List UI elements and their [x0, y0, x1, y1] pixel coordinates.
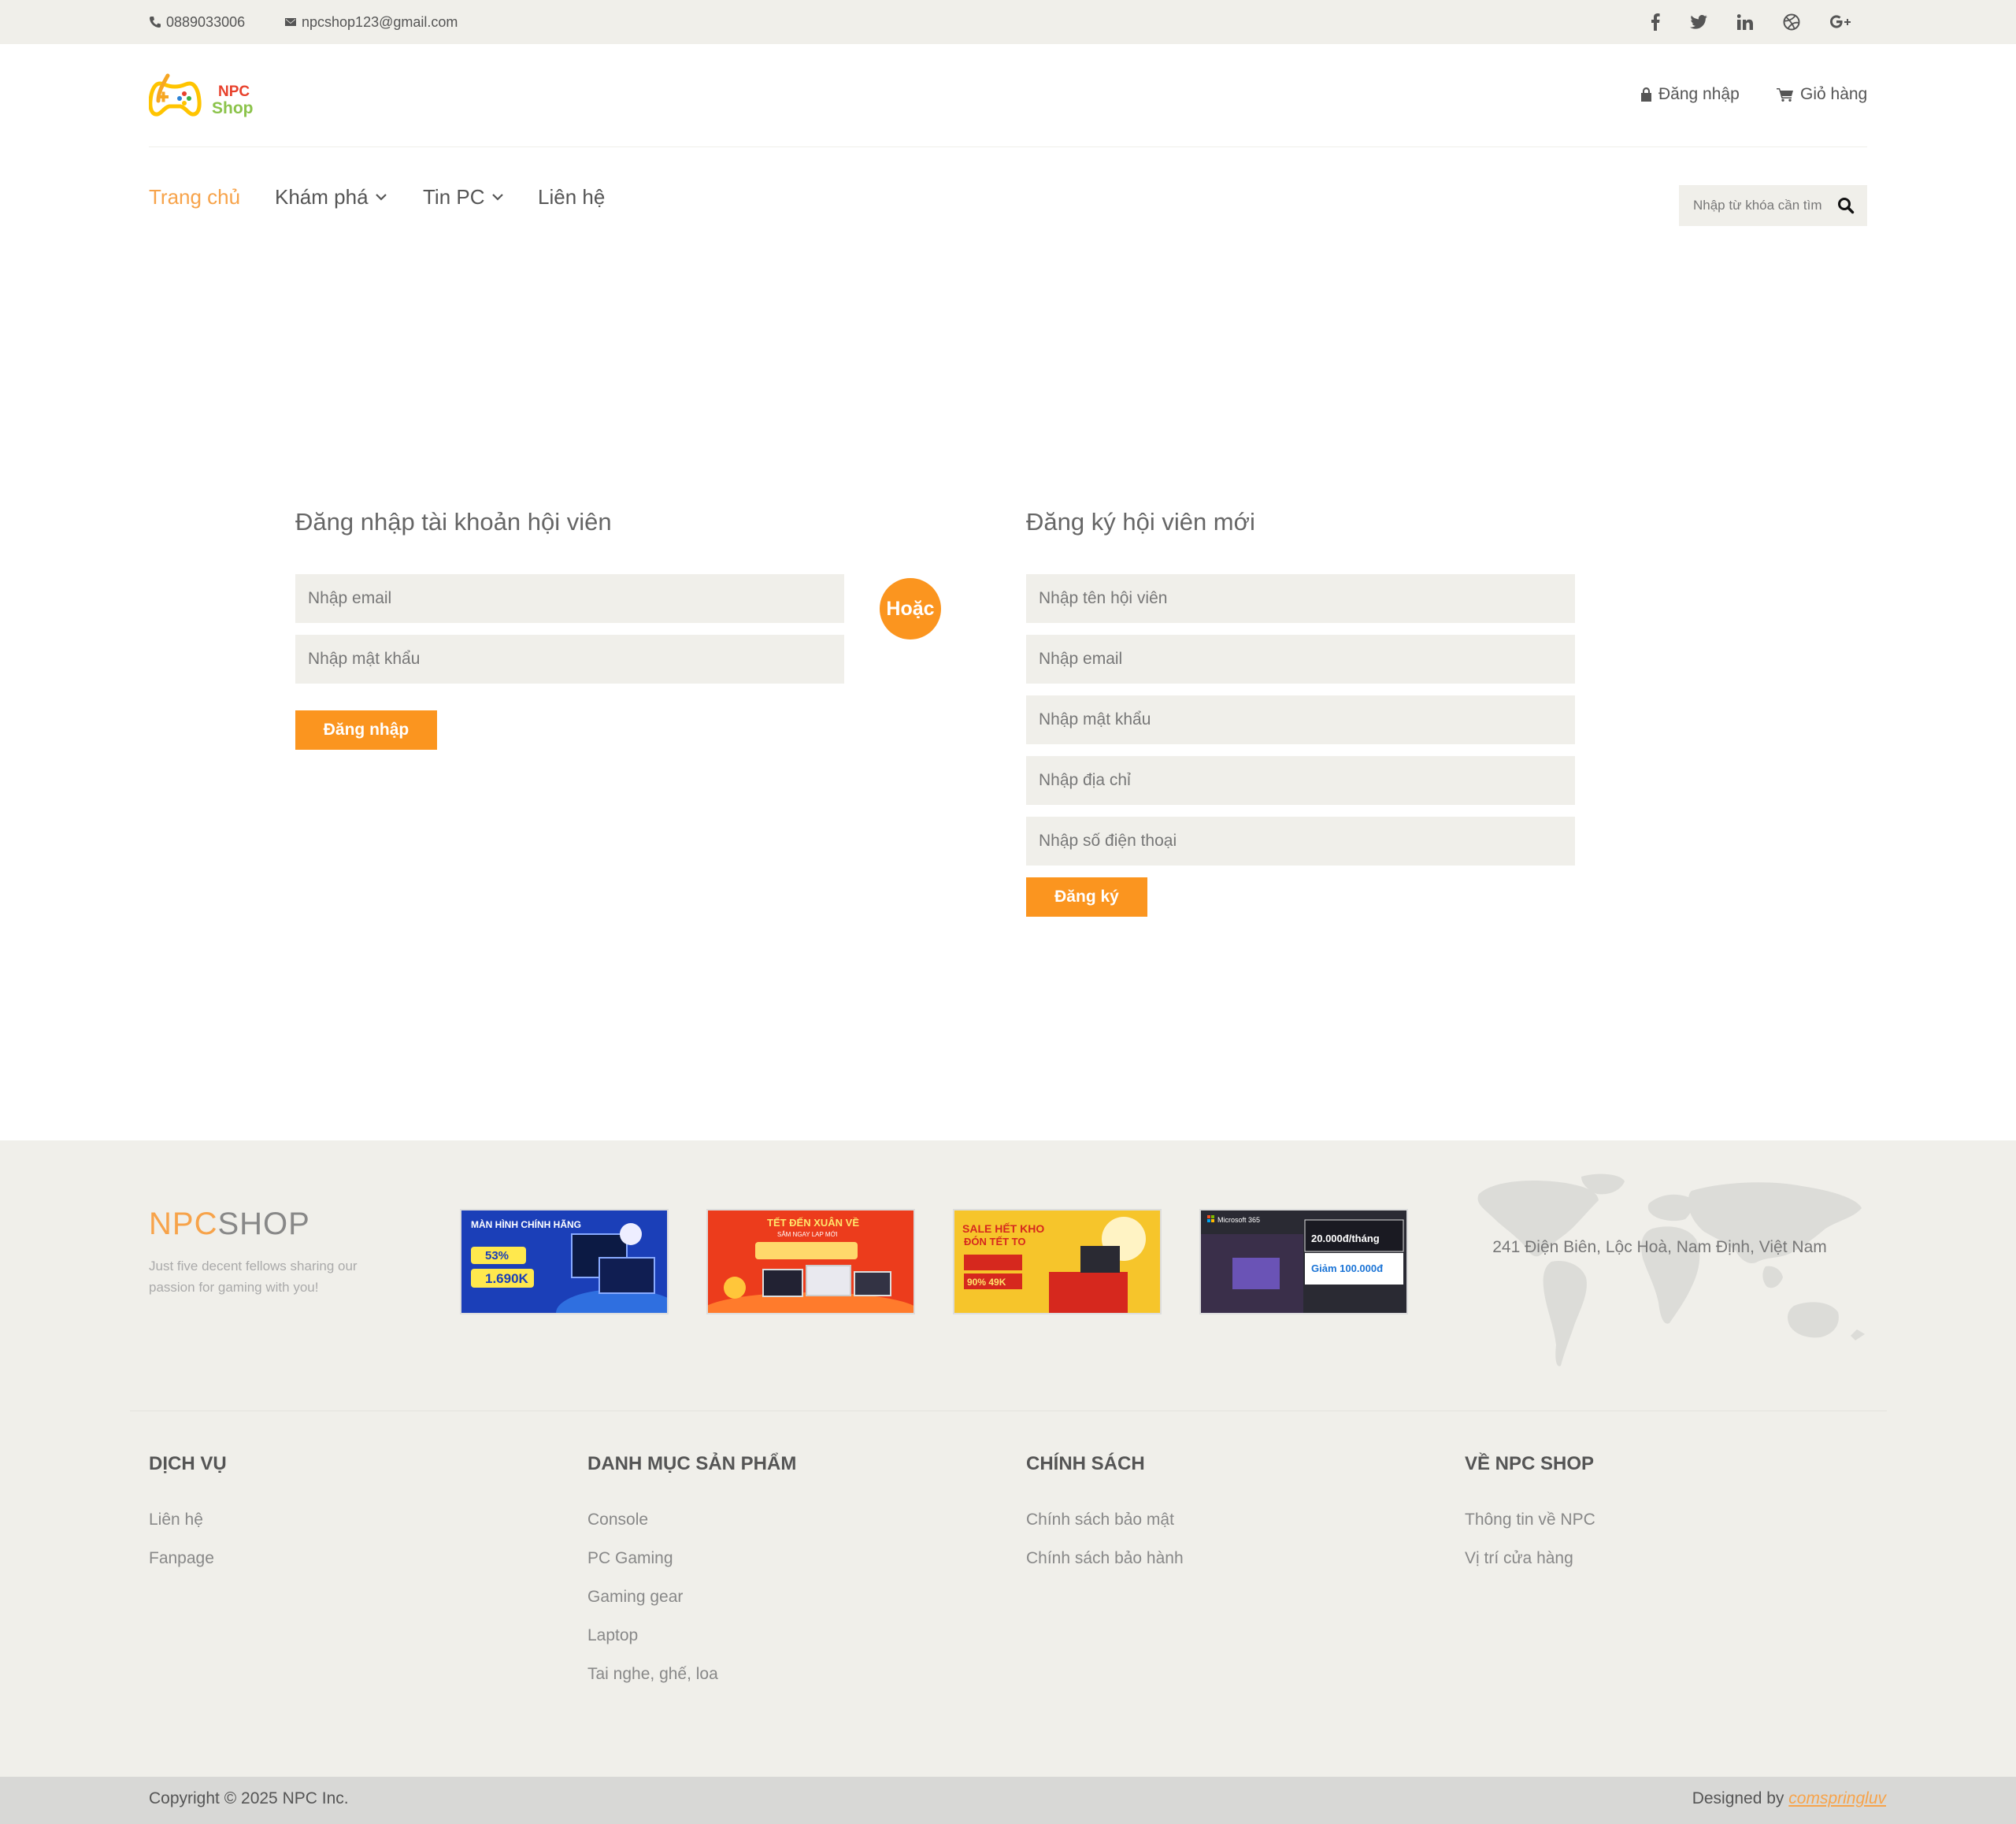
cart-link[interactable]: Giỏ hàng — [1777, 79, 1867, 110]
promo-3-subtitle: ĐÓN TẾT TO — [964, 1236, 1025, 1248]
login-submit-button[interactable]: Đăng nhập — [295, 710, 437, 750]
footer-brand-shop: SHOP — [217, 1207, 310, 1241]
register-email-field[interactable] — [1026, 635, 1575, 684]
promo-4-title: Microsoft 365 — [1217, 1216, 1260, 1224]
promo-banner-monitor[interactable]: MÀN HÌNH CHÍNH HÃNG 53% 1.690K — [460, 1209, 669, 1314]
footer-address: 241 Điện Biên, Lộc Hoà, Nam Định, Việt N… — [1492, 1238, 1827, 1256]
designed-by-label: Designed by — [1692, 1789, 1784, 1807]
promo-banner-microsoft-365[interactable]: Microsoft 365 20.000đ/tháng Giảm 100.000… — [1199, 1209, 1408, 1314]
footer-col-categories-title: DANH MỤC SẢN PHẨM — [587, 1453, 797, 1474]
login-link-label: Đăng nhập — [1658, 85, 1740, 103]
world-map-image — [1477, 1173, 1865, 1366]
social-links — [1651, 0, 1851, 44]
top-bar: 0889033006 npcshop123@gmail.com — [0, 0, 2016, 44]
chevron-down-icon — [491, 194, 503, 201]
nav-news-label: Tin PC — [423, 184, 485, 209]
footer-col-services-title: DỊCH VỤ — [149, 1453, 227, 1474]
promo-1-title: MÀN HÌNH CHÍNH HÃNG — [471, 1218, 581, 1230]
login-link[interactable]: Đăng nhập — [1640, 79, 1740, 110]
footer-link-contact[interactable]: Liên hệ — [149, 1511, 203, 1529]
logo-text-shop: Shop — [212, 99, 254, 117]
search-input[interactable] — [1692, 197, 1833, 214]
footer-link-gaming-gear[interactable]: Gaming gear — [587, 1588, 683, 1607]
envelope-icon — [285, 18, 296, 26]
promo-1-price: 1.690K — [485, 1271, 529, 1286]
promo-banner-tet-laptop[interactable]: TẾT ĐẾN XUÂN VỀ SẮM NGAY LAP MỚI — [706, 1209, 915, 1314]
twitter-icon[interactable] — [1690, 15, 1707, 29]
site-logo[interactable]: NPC Shop — [148, 69, 267, 124]
nav-home-label: Trang chủ — [149, 184, 241, 209]
nav-contact-label: Liên hệ — [538, 184, 606, 209]
footer-brand-npc: NPC — [149, 1207, 218, 1241]
phone-number: 0889033006 — [166, 13, 246, 30]
login-form-title: Đăng nhập tài khoản hội viên — [295, 508, 612, 536]
footer-col-policy-title: CHÍNH SÁCH — [1026, 1453, 1145, 1474]
register-name-field[interactable] — [1026, 574, 1575, 623]
google-plus-icon[interactable] — [1830, 13, 1851, 31]
login-email-field[interactable] — [295, 574, 844, 623]
promo-4-price: 20.000đ/tháng — [1311, 1233, 1380, 1244]
promo-2-subtitle: SẮM NGAY LAP MỚI — [777, 1231, 838, 1238]
chevron-down-icon — [375, 194, 387, 201]
promo-banner-clearance[interactable]: SALE HẾT KHO ĐÓN TẾT TO 90% 49K — [953, 1209, 1162, 1314]
promo-3-title: SALE HẾT KHO — [962, 1222, 1044, 1235]
or-divider-badge: Hoặc — [880, 578, 941, 640]
header-divider — [149, 146, 1867, 147]
footer-link-store-location[interactable]: Vị trí cửa hàng — [1465, 1549, 1573, 1568]
nav-news[interactable]: Tin PC — [423, 181, 504, 213]
phone-contact[interactable]: 0889033006 — [149, 0, 245, 44]
register-address-field[interactable] — [1026, 756, 1575, 805]
footer-link-console[interactable]: Console — [587, 1511, 648, 1529]
footer-link-fanpage[interactable]: Fanpage — [149, 1549, 214, 1568]
register-password-field[interactable] — [1026, 695, 1575, 744]
email-address: npcshop123@gmail.com — [302, 13, 458, 30]
promo-2-title: TẾT ĐẾN XUÂN VỀ — [767, 1217, 859, 1229]
logo-text-npc: NPC — [218, 83, 250, 100]
nav-contact[interactable]: Liên hệ — [538, 181, 605, 213]
register-submit-button[interactable]: Đăng ký — [1026, 877, 1147, 917]
promo-3-deal: 90% 49K — [967, 1277, 1006, 1288]
promo-1-discount: 53% — [485, 1249, 509, 1262]
footer-link-privacy-policy[interactable]: Chính sách bảo mật — [1026, 1511, 1174, 1529]
nav-explore[interactable]: Khám phá — [275, 181, 387, 213]
dribbble-icon[interactable] — [1783, 13, 1800, 31]
footer-link-warranty-policy[interactable]: Chính sách bảo hành — [1026, 1549, 1184, 1568]
footer-link-pc-gaming[interactable]: PC Gaming — [587, 1549, 673, 1568]
facebook-icon[interactable] — [1651, 13, 1660, 31]
register-form-title: Đăng ký hội viên mới — [1026, 508, 1255, 536]
login-password-field[interactable] — [295, 635, 844, 684]
phone-icon — [150, 17, 161, 28]
email-contact[interactable]: npcshop123@gmail.com — [284, 0, 458, 44]
designer-link[interactable]: comspringluv — [1788, 1789, 1886, 1807]
cart-icon — [1777, 88, 1793, 102]
footer-link-about-npc[interactable]: Thông tin về NPC — [1465, 1511, 1595, 1529]
designed-by: Designed by comspringluv — [1692, 1789, 1886, 1808]
footer-col-about-title: VỀ NPC SHOP — [1465, 1453, 1595, 1474]
promo-4-discount: Giảm 100.000đ — [1311, 1262, 1383, 1274]
linkedin-icon[interactable] — [1737, 14, 1753, 30]
lock-icon — [1641, 87, 1651, 102]
footer-link-laptop[interactable]: Laptop — [587, 1626, 638, 1645]
footer-tagline: Just five decent fellows sharing our pas… — [149, 1259, 358, 1295]
copyright-text: Copyright © 2025 NPC Inc. — [149, 1789, 349, 1807]
search-box — [1679, 185, 1867, 226]
search-icon[interactable] — [1837, 197, 1855, 214]
register-phone-field[interactable] — [1026, 817, 1575, 866]
nav-home[interactable]: Trang chủ — [149, 181, 240, 213]
cart-link-label: Giỏ hàng — [1800, 85, 1868, 103]
footer-link-accessories[interactable]: Tai nghe, ghế, loa — [587, 1665, 718, 1684]
nav-explore-label: Khám phá — [275, 184, 369, 209]
footer-brand: NPCSHOP — [149, 1207, 310, 1242]
